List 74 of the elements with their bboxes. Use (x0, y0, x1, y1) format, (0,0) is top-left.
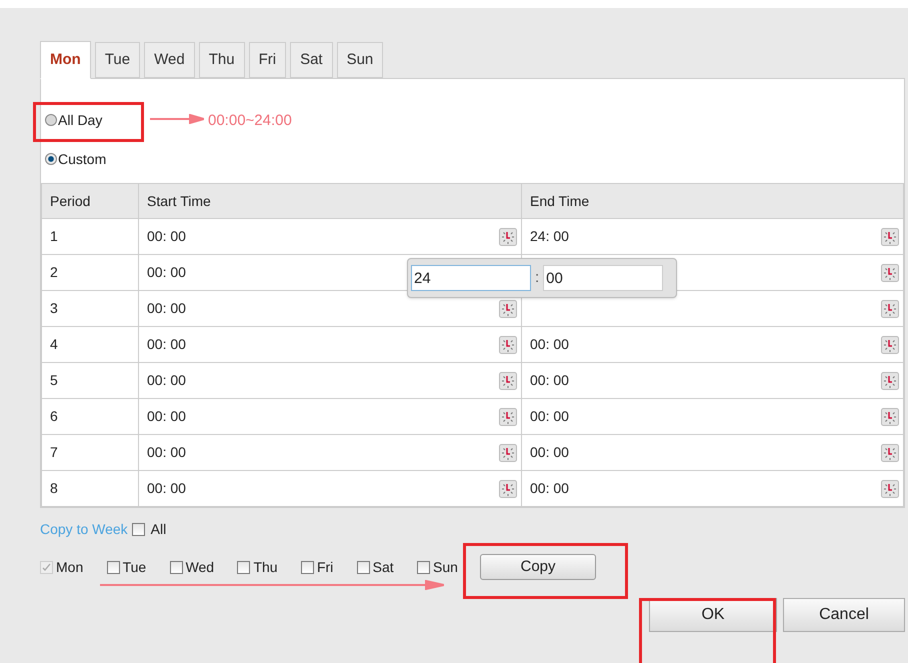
checkbox[interactable] (106, 560, 120, 574)
day-tab[interactable]: Wed (144, 42, 195, 78)
checkbox[interactable] (132, 522, 145, 536)
checkbox[interactable] (300, 560, 314, 574)
time-value: 00: 00 (147, 227, 186, 246)
clock-icon[interactable] (499, 300, 517, 318)
radio-option[interactable]: All Day (45, 111, 102, 129)
time-value: 00: 00 (530, 479, 569, 498)
day-tab[interactable]: Tue (94, 42, 140, 78)
time-value: 00: 00 (147, 443, 186, 462)
clock-icon[interactable] (881, 372, 899, 390)
checkbox-label: Mon (56, 558, 84, 576)
clock-icon[interactable] (499, 408, 517, 426)
time-value: 00: 00 (530, 443, 569, 462)
minute-field[interactable]: 00 (543, 265, 664, 291)
checkbox[interactable] (170, 560, 183, 574)
time-separator: : (535, 268, 540, 288)
checkbox[interactable] (356, 560, 370, 574)
time-value: 24: 00 (530, 227, 569, 246)
annotation-text: 00:00~24:00 (208, 111, 292, 131)
time-value: 00: 00 (147, 299, 186, 318)
time-value: 00: 00 (147, 479, 186, 498)
time-value: 00: 00 (530, 407, 569, 426)
checkbox-label: Sun (433, 558, 458, 576)
clock-icon[interactable] (499, 372, 517, 390)
annotation-arrow (150, 114, 204, 124)
checkbox-label: Fri (316, 558, 334, 576)
clock-icon[interactable] (881, 300, 899, 318)
clock-icon[interactable] (881, 264, 899, 282)
time-value: 00: 00 (147, 371, 186, 390)
table-cell: 3 (42, 290, 138, 326)
table-cell: 2 (42, 254, 138, 290)
hour-field[interactable]: 24 (411, 265, 531, 291)
time-value: 00: 00 (530, 371, 569, 390)
clock-icon[interactable] (499, 480, 517, 498)
table-cell: 5 (42, 362, 138, 398)
day-tab[interactable]: Sun (336, 42, 384, 78)
clock-icon[interactable] (881, 336, 899, 354)
time-value: 00: 00 (530, 335, 569, 354)
clock-icon[interactable] (881, 480, 899, 498)
clock-icon[interactable] (881, 408, 899, 426)
copy-to-week-label: Copy to Week (40, 520, 128, 539)
day-tab[interactable]: Sat (290, 42, 333, 78)
checkbox-label: All (150, 520, 166, 538)
column-header: Start Time (138, 184, 522, 218)
cancel-button[interactable]: Cancel (783, 598, 905, 632)
time-value: 00: 00 (147, 407, 186, 426)
checkbox[interactable] (417, 560, 430, 574)
checkbox-label: Thu (253, 558, 278, 576)
table-cell: 4 (42, 326, 138, 362)
day-tab[interactable]: Mon (40, 41, 91, 79)
clock-icon[interactable] (499, 444, 517, 462)
table-cell: 7 (42, 434, 138, 470)
copy-button[interactable]: Copy (480, 554, 596, 580)
radio-button[interactable] (45, 114, 57, 126)
day-tab[interactable]: Fri (248, 42, 286, 78)
radio-button[interactable] (45, 153, 57, 165)
checkbox[interactable] (237, 560, 250, 574)
time-value: 00: 00 (147, 263, 186, 282)
checkbox-label: Wed (186, 558, 214, 576)
column-header: End Time (522, 184, 904, 218)
clock-icon[interactable] (881, 228, 899, 246)
time-value: 00: 00 (147, 335, 186, 354)
clock-icon[interactable] (881, 444, 899, 462)
table-cell: 8 (42, 470, 138, 506)
checkbox-label: Sat (372, 558, 394, 576)
checkbox-label: Tue (122, 558, 146, 576)
table-cell: 6 (42, 398, 138, 434)
column-header: Period (42, 184, 138, 218)
clock-icon[interactable] (499, 336, 517, 354)
day-tab[interactable]: Thu (198, 42, 245, 78)
table-cell: 1 (42, 218, 138, 254)
clock-icon[interactable] (499, 228, 517, 246)
radio-option[interactable]: Custom (45, 150, 106, 168)
